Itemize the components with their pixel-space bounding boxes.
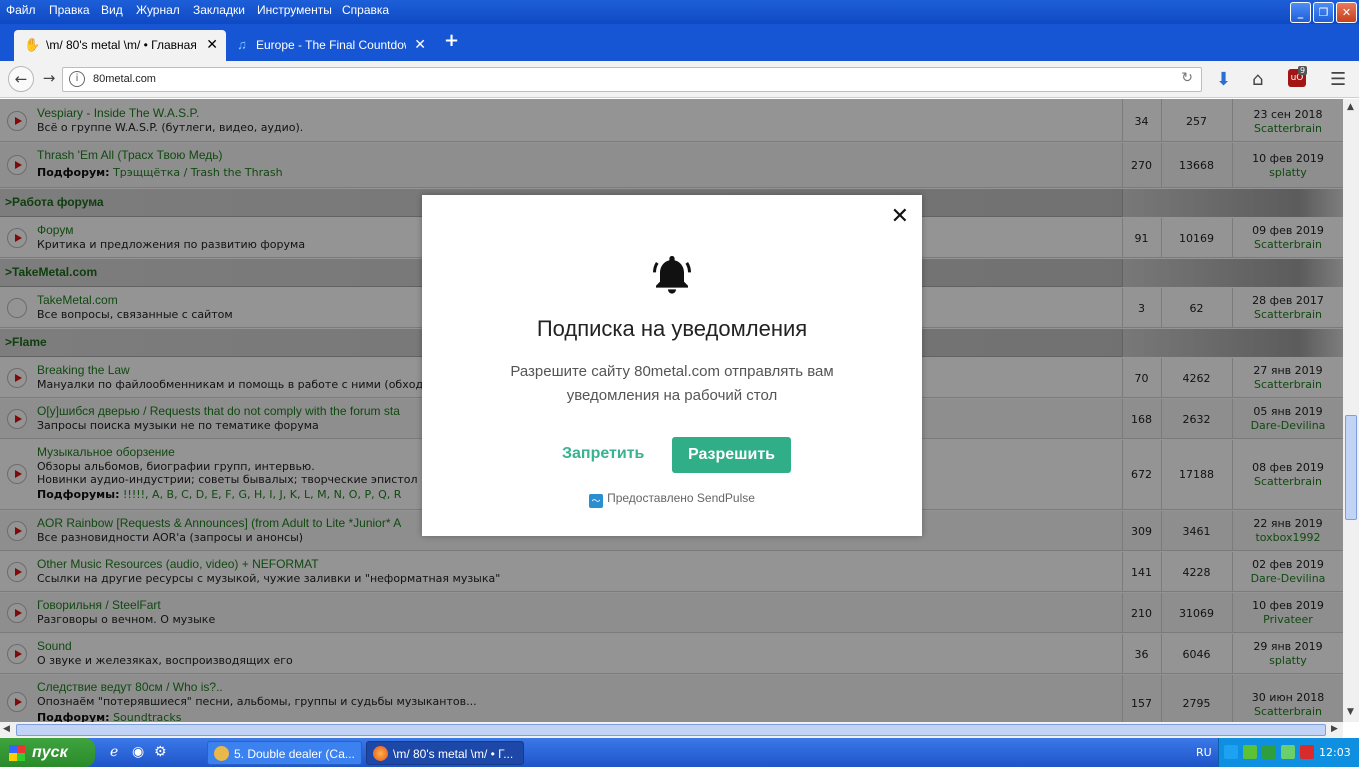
firefox-icon <box>373 746 388 761</box>
menu-help[interactable]: Справка <box>342 3 389 17</box>
taskbar: пуск ℯ ◉ ⚙ 5. Double dealer (Са... \m/ 8… <box>0 738 1359 767</box>
menu-edit[interactable]: Правка <box>49 3 90 17</box>
close-icon[interactable]: ✕ <box>891 204 909 229</box>
menu-bar: Файл Правка Вид Журнал Закладки Инструме… <box>0 0 1359 24</box>
new-tab-button[interactable]: + <box>444 30 459 51</box>
screen: { "menubar": { "items": ["Файл","Правка"… <box>0 0 1359 767</box>
scroll-left-arrow[interactable]: ◀ <box>3 724 10 734</box>
allow-button[interactable]: Разрешить <box>672 437 791 473</box>
tray-k-icon[interactable] <box>1300 745 1314 759</box>
tray-check-icon[interactable] <box>1243 745 1257 759</box>
player-icon <box>214 746 229 761</box>
tray-shield-icon[interactable] <box>1281 745 1295 759</box>
url-text: 80metal.com <box>93 73 156 85</box>
language-indicator[interactable]: RU <box>1196 746 1212 759</box>
powered-by[interactable]: 〜 Предоставлено SendPulse <box>422 491 922 508</box>
menu-tools[interactable]: Инструменты <box>257 3 332 17</box>
dialog-message: Разрешите сайту 80metal.com отправлять в… <box>510 363 834 404</box>
hamburger-menu-icon[interactable]: ☰ <box>1330 69 1346 90</box>
reload-icon[interactable]: ↻ <box>1181 70 1193 86</box>
tray-h-icon[interactable] <box>1262 745 1276 759</box>
vertical-scrollbar[interactable]: ▲ ▼ <box>1343 99 1359 722</box>
media-player-icon[interactable]: ◉ <box>132 744 144 760</box>
address-bar[interactable]: i 80metal.com ↻ <box>62 67 1202 92</box>
taskbar-item-firefox[interactable]: \m/ 80's metal \m/ • Г... <box>366 741 524 765</box>
scrollbar-thumb[interactable] <box>16 724 1326 736</box>
scroll-up-arrow[interactable]: ▲ <box>1347 102 1354 112</box>
scrollbar-thumb[interactable] <box>1345 415 1357 520</box>
clock: 12:03 <box>1319 746 1351 759</box>
scroll-right-arrow[interactable]: ▶ <box>1331 724 1338 734</box>
bell-icon <box>653 256 691 294</box>
horizontal-scrollbar[interactable]: ◀ ▶ <box>0 722 1343 738</box>
navigation-bar: ← → i 80metal.com ↻ ⬇ ⌂ uO 9 ☰ <box>0 61 1359 98</box>
close-tab-icon[interactable]: ✕ <box>414 36 426 53</box>
ie-icon[interactable]: ℯ <box>110 744 118 760</box>
download-icon[interactable]: ⬇ <box>1216 69 1231 90</box>
forward-button[interactable]: → <box>36 66 62 92</box>
powered-by-text: Предоставлено SendPulse <box>607 491 755 505</box>
ublock-badge: 9 <box>1298 66 1308 75</box>
music-note-icon: ♫ <box>237 37 247 52</box>
close-window-button[interactable]: ✕ <box>1336 2 1357 23</box>
back-button[interactable]: ← <box>8 66 34 92</box>
menu-bookmarks[interactable]: Закладки <box>193 3 245 17</box>
close-tab-icon[interactable]: ✕ <box>206 36 218 53</box>
info-icon[interactable]: i <box>69 71 85 87</box>
minimize-button[interactable]: _ <box>1290 2 1311 23</box>
app-launch-icon[interactable]: ⚙ <box>154 744 167 760</box>
task-label: 5. Double dealer (Са... <box>234 747 355 761</box>
menu-file[interactable]: Файл <box>6 3 36 17</box>
hand-icon: ✋ <box>24 37 41 52</box>
taskbar-item-double-dealer[interactable]: 5. Double dealer (Са... <box>207 741 362 765</box>
scroll-down-arrow[interactable]: ▼ <box>1347 707 1354 717</box>
start-label: пуск <box>32 744 68 761</box>
notification-permission-dialog: ✕ Подписка на уведомления Разрешите сайт… <box>422 195 922 536</box>
home-icon[interactable]: ⌂ <box>1252 69 1263 90</box>
menu-history[interactable]: Журнал <box>136 3 180 17</box>
windows-flag-icon <box>9 745 25 761</box>
menu-view[interactable]: Вид <box>101 3 123 17</box>
dialog-title: Подписка на уведомления <box>536 316 808 341</box>
tab-europe[interactable]: ♫ Europe - The Final Countdow... ✕ <box>224 30 434 61</box>
start-button[interactable]: пуск <box>0 738 95 767</box>
task-label: \m/ 80's metal \m/ • Г... <box>393 747 514 761</box>
tab-80metal[interactable]: ✋ \m/ 80's metal \m/ • Главная ... ✕ <box>14 30 226 61</box>
restore-button[interactable]: ❐ <box>1313 2 1334 23</box>
deny-button[interactable]: Запретить <box>562 445 644 463</box>
tab-label: \m/ 80's metal \m/ • Главная ... <box>46 38 196 52</box>
sendpulse-icon: 〜 <box>589 494 604 508</box>
tab-label: Europe - The Final Countdow... <box>256 38 406 52</box>
tab-strip: ✋ \m/ 80's metal \m/ • Главная ... ✕ ♫ E… <box>0 24 1359 61</box>
tray-icon[interactable] <box>1224 745 1238 759</box>
